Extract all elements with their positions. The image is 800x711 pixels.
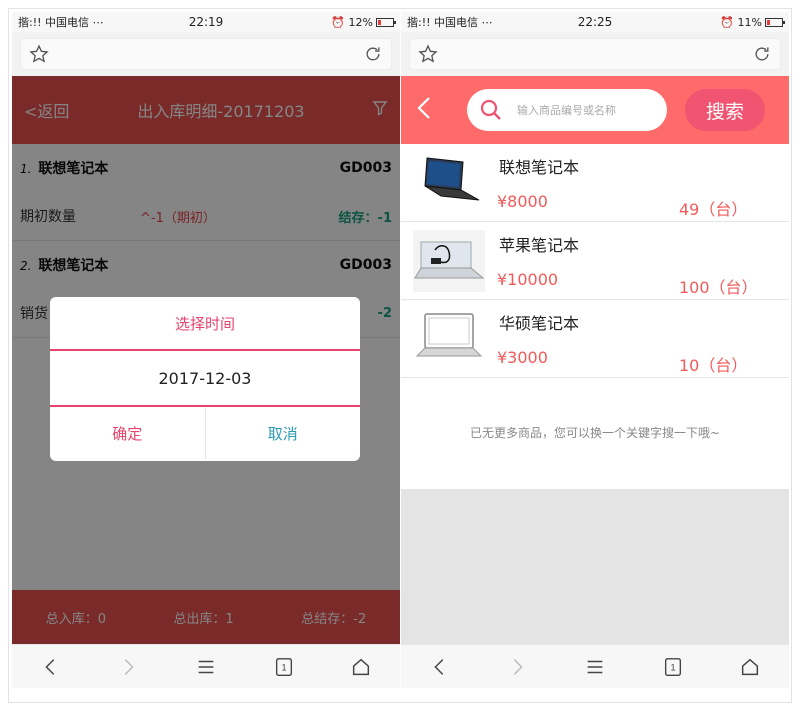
tab-count: 1	[670, 662, 675, 672]
home-icon	[353, 658, 370, 675]
star-icon[interactable]	[29, 44, 49, 64]
product-stock: 100（台）	[679, 278, 758, 297]
tabs-button[interactable]: 1	[264, 647, 304, 687]
product-price: ¥8000	[497, 192, 548, 211]
product-price: ¥10000	[497, 270, 559, 289]
url-box[interactable]	[409, 38, 781, 70]
home-button[interactable]	[341, 647, 381, 687]
browser-nav: 1	[12, 644, 400, 688]
clock: 22:25	[577, 15, 613, 29]
date-picker-dialog: 选择时间 2017-12-03 确定 取消	[50, 297, 360, 461]
chevron-left-icon	[434, 658, 444, 675]
chevron-left-icon	[45, 658, 55, 675]
tabs-button[interactable]: 1	[653, 647, 693, 687]
carrier-label: 揩:!! 中国电信 ⋯	[18, 16, 104, 29]
home-button[interactable]	[730, 647, 770, 687]
status-bar: 揩:!! 中国电信 ⋯ 22:25 ⏰ 11%	[401, 12, 789, 32]
menu-button[interactable]	[575, 647, 615, 687]
status-bar: 揩:!! 中国电信 ⋯ 22:19 ⏰ 12%	[12, 12, 400, 32]
nav-back-button[interactable]	[31, 647, 71, 687]
battery-percent: 12%	[348, 15, 373, 29]
search-input[interactable]: 输入商品编号或名称	[467, 89, 667, 131]
product-list: 联想笔记本 ¥8000 49（台） 苹果笔记本 ¥10000 100（台） 华硕…	[401, 144, 789, 378]
no-more-message: 已无更多商品，您可以换一个关键字搜一下哦~	[469, 426, 721, 440]
product-name: 苹果笔记本	[499, 236, 580, 255]
back-button[interactable]	[415, 96, 435, 124]
product-name: 华硕笔记本	[499, 314, 580, 333]
right-phone-screen: 揩:!! 中国电信 ⋯ 22:25 ⏰ 11% 输入商品编号或名称 搜索 联想笔…	[401, 12, 789, 688]
chevron-left-icon	[417, 97, 430, 119]
refresh-icon[interactable]	[363, 44, 383, 64]
battery-icon	[375, 17, 396, 27]
dialog-title: 选择时间	[50, 297, 360, 351]
product-item[interactable]: 苹果笔记本 ¥10000 100（台）	[401, 222, 789, 300]
confirm-button[interactable]: 确定	[50, 407, 206, 459]
battery-icon	[764, 17, 785, 27]
chevron-right-icon	[125, 658, 135, 675]
product-stock: 49（台）	[679, 200, 748, 219]
refresh-icon[interactable]	[752, 44, 772, 64]
carrier-label: 揩:!! 中国电信 ⋯	[407, 16, 493, 29]
product-price: ¥3000	[497, 348, 548, 367]
battery-status: ⏰ 12%	[269, 15, 396, 29]
clock: 22:19	[188, 15, 224, 29]
home-icon	[742, 658, 759, 675]
left-phone-screen: 揩:!! 中国电信 ⋯ 22:19 ⏰ 12% <返回 出入库明细-201712…	[12, 12, 400, 688]
search-placeholder: 输入商品编号或名称	[517, 104, 616, 117]
laptop-image	[424, 157, 480, 201]
date-field[interactable]: 2017-12-03	[50, 351, 360, 407]
menu-icon	[198, 660, 214, 673]
empty-area	[401, 489, 789, 644]
tabs-icon: 1	[664, 657, 681, 676]
star-icon[interactable]	[418, 44, 438, 64]
laptop-image	[415, 313, 483, 357]
nav-forward-button[interactable]	[497, 647, 537, 687]
url-box[interactable]	[20, 38, 392, 70]
tab-count: 1	[281, 662, 286, 672]
product-stock: 10（台）	[679, 356, 748, 375]
chevron-right-icon	[514, 658, 524, 675]
product-name: 联想笔记本	[499, 158, 580, 177]
browser-address-bar	[12, 32, 400, 76]
search-icon	[480, 99, 501, 120]
browser-nav: 1	[401, 644, 789, 688]
product-item[interactable]: 华硕笔记本 ¥3000 10（台）	[401, 300, 789, 378]
laptop-image	[413, 230, 485, 292]
product-item[interactable]: 联想笔记本 ¥8000 49（台）	[401, 144, 789, 222]
battery-status: ⏰ 11%	[658, 15, 785, 29]
battery-percent: 11%	[737, 15, 762, 29]
nav-back-button[interactable]	[420, 647, 460, 687]
nav-forward-button[interactable]	[108, 647, 148, 687]
search-button[interactable]: 搜索	[685, 89, 765, 131]
tabs-icon: 1	[275, 657, 292, 676]
cancel-button[interactable]: 取消	[206, 407, 361, 459]
menu-button[interactable]	[186, 647, 226, 687]
menu-icon	[587, 660, 603, 673]
browser-address-bar	[401, 32, 789, 76]
search-header: 输入商品编号或名称 搜索	[401, 76, 789, 144]
